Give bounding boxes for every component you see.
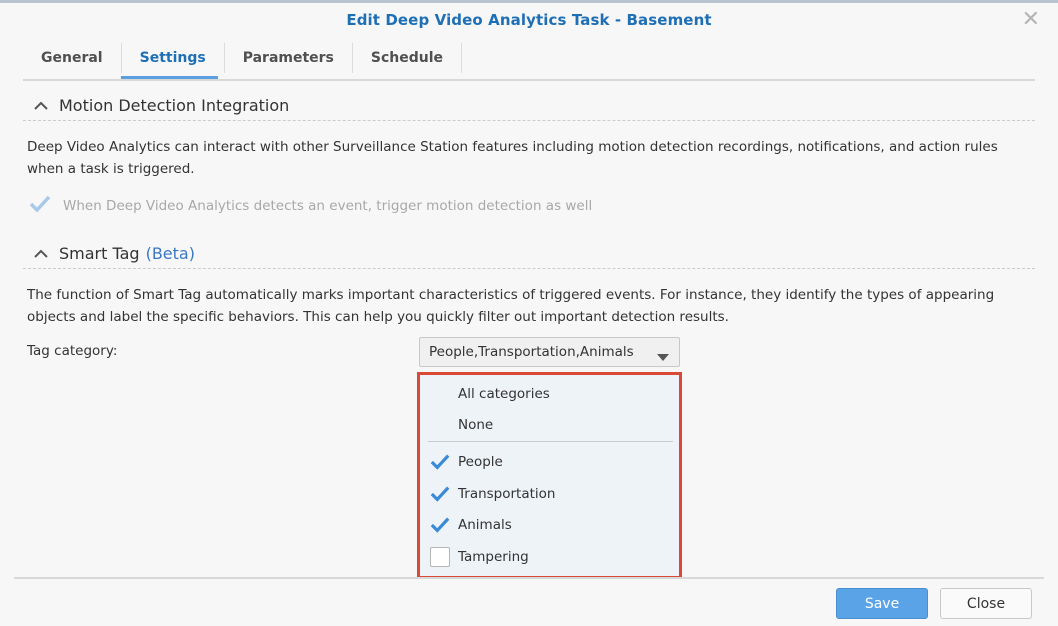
- tab-general[interactable]: General: [23, 43, 122, 73]
- motion-trigger-label: When Deep Video Analytics detects an eve…: [63, 198, 593, 214]
- chevron-up-icon[interactable]: [23, 249, 59, 258]
- dropdown-divider: [428, 441, 673, 442]
- tab-schedule[interactable]: Schedule: [353, 43, 463, 73]
- smart-tag-description: The function of Smart Tag automatically …: [27, 287, 995, 325]
- tab-parameters[interactable]: Parameters: [225, 43, 353, 73]
- tag-category-select[interactable]: People,Transportation,Animals: [419, 337, 680, 367]
- option-all-categories[interactable]: All categories: [430, 380, 675, 408]
- caret-down-icon: [657, 349, 669, 365]
- motion-trigger-checkbox[interactable]: When Deep Video Analytics detects an eve…: [29, 194, 592, 218]
- close-button[interactable]: Close: [940, 588, 1032, 619]
- motion-section-title: Motion Detection Integration: [59, 96, 290, 115]
- checkbox-checked-icon: [430, 484, 450, 504]
- edit-task-dialog: Edit Deep Video Analytics Task - Basemen…: [0, 0, 1058, 626]
- smart-tag-section-header[interactable]: Smart Tag (Beta): [23, 239, 1035, 269]
- motion-description: Deep Video Analytics can interact with o…: [27, 139, 998, 177]
- checkmark-icon: [29, 194, 51, 218]
- beta-label: (Beta): [145, 244, 195, 263]
- option-animals[interactable]: Animals: [430, 511, 675, 539]
- close-icon[interactable]: ✕: [1022, 9, 1040, 31]
- dialog-title: Edit Deep Video Analytics Task - Basemen…: [346, 11, 712, 29]
- checkbox-unchecked-icon: [430, 547, 450, 567]
- chevron-up-icon[interactable]: [23, 101, 59, 110]
- tag-category-value: People,Transportation,Animals: [429, 344, 634, 360]
- option-none[interactable]: None: [430, 411, 675, 439]
- checkbox-checked-icon: [430, 452, 450, 472]
- active-tab-indicator: [121, 76, 218, 79]
- tag-category-label: Tag category:: [27, 343, 118, 359]
- smart-tag-section-title: Smart Tag (Beta): [59, 244, 195, 263]
- motion-section-header[interactable]: Motion Detection Integration: [23, 91, 1035, 121]
- option-people[interactable]: People: [430, 448, 675, 476]
- tab-settings[interactable]: Settings: [122, 43, 225, 73]
- save-button[interactable]: Save: [836, 588, 928, 619]
- option-transportation[interactable]: Transportation: [430, 480, 675, 508]
- tag-category-dropdown: All categories None People Transportatio…: [417, 372, 682, 579]
- checkbox-checked-icon: [430, 515, 450, 535]
- option-tampering[interactable]: Tampering: [430, 543, 675, 571]
- footer-divider: [14, 577, 1044, 579]
